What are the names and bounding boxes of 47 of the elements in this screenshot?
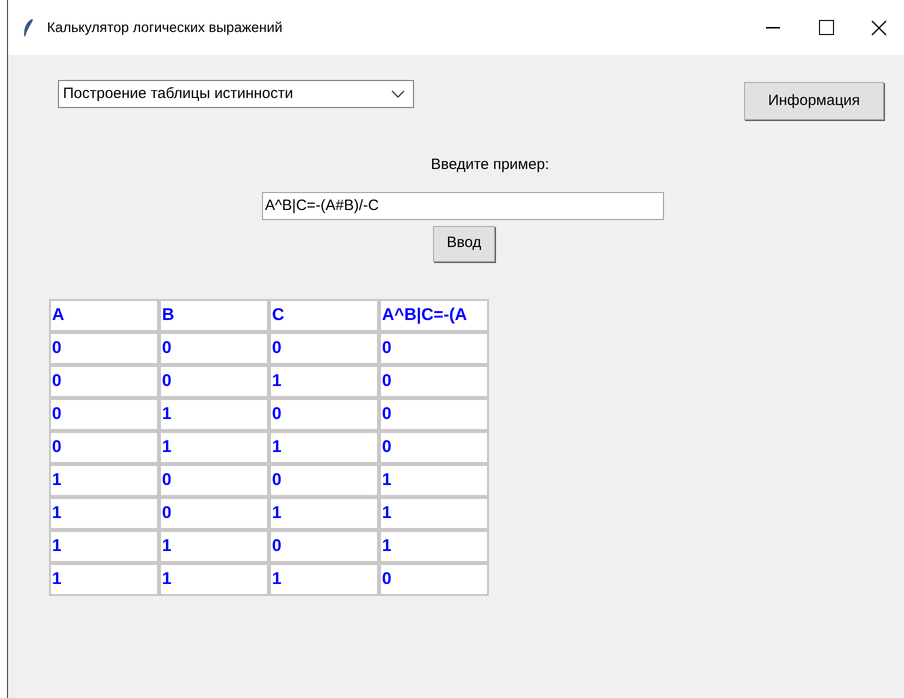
column-header: B <box>159 298 269 332</box>
maximize-icon <box>818 20 834 35</box>
table-cell: 1 <box>379 530 489 562</box>
minimize-icon <box>766 26 780 28</box>
submit-button[interactable]: Ввод <box>433 226 495 262</box>
table-cell: 1 <box>159 430 269 464</box>
table-cell: 1 <box>379 464 489 496</box>
feather-icon <box>22 18 34 38</box>
table-cell: 0 <box>269 464 379 496</box>
mode-dropdown[interactable]: Построение таблицы истинности <box>58 80 414 108</box>
table-cell: 1 <box>49 562 159 596</box>
window-title: Калькулятор логических выражений <box>47 18 282 37</box>
column-header: A^B|C=-(A <box>379 298 489 332</box>
table-cell: 1 <box>269 496 379 530</box>
table-cell: 1 <box>49 496 159 530</box>
table-cell: 0 <box>379 398 489 430</box>
table-cell: 0 <box>159 496 269 530</box>
table-cell: 1 <box>49 530 159 562</box>
info-button[interactable]: Информация <box>744 82 884 120</box>
table-cell: 0 <box>49 398 159 430</box>
column-header: C <box>269 298 379 332</box>
column-header: A <box>49 298 159 332</box>
table-cell: 1 <box>159 398 269 430</box>
prompt-label: Введите пример: <box>430 155 550 175</box>
expression-field[interactable]: A^B|C=-(A#B)/-C <box>262 192 664 220</box>
table-cell: 0 <box>159 364 269 398</box>
table-cell: 0 <box>379 364 489 398</box>
table-cell: 0 <box>379 430 489 464</box>
table-cell: 1 <box>269 562 379 596</box>
table-cell: 1 <box>49 464 159 496</box>
table-cell: 0 <box>159 464 269 496</box>
chevron-down-icon <box>391 90 405 98</box>
table-cell: 1 <box>379 496 489 530</box>
table-cell: 0 <box>269 530 379 562</box>
table-cell: 0 <box>379 562 489 596</box>
table-cell: 1 <box>159 530 269 562</box>
table-cell: 0 <box>379 332 489 364</box>
table-cell: 0 <box>269 398 379 430</box>
table-cell: 0 <box>159 332 269 364</box>
table-cell: 1 <box>269 430 379 464</box>
table-cell: 0 <box>269 332 379 364</box>
table-cell: 0 <box>49 430 159 464</box>
table-cell: 1 <box>159 562 269 596</box>
table-cell: 0 <box>49 332 159 364</box>
table-cell: 0 <box>49 364 159 398</box>
close-icon <box>871 20 887 36</box>
table-cell: 1 <box>269 364 379 398</box>
